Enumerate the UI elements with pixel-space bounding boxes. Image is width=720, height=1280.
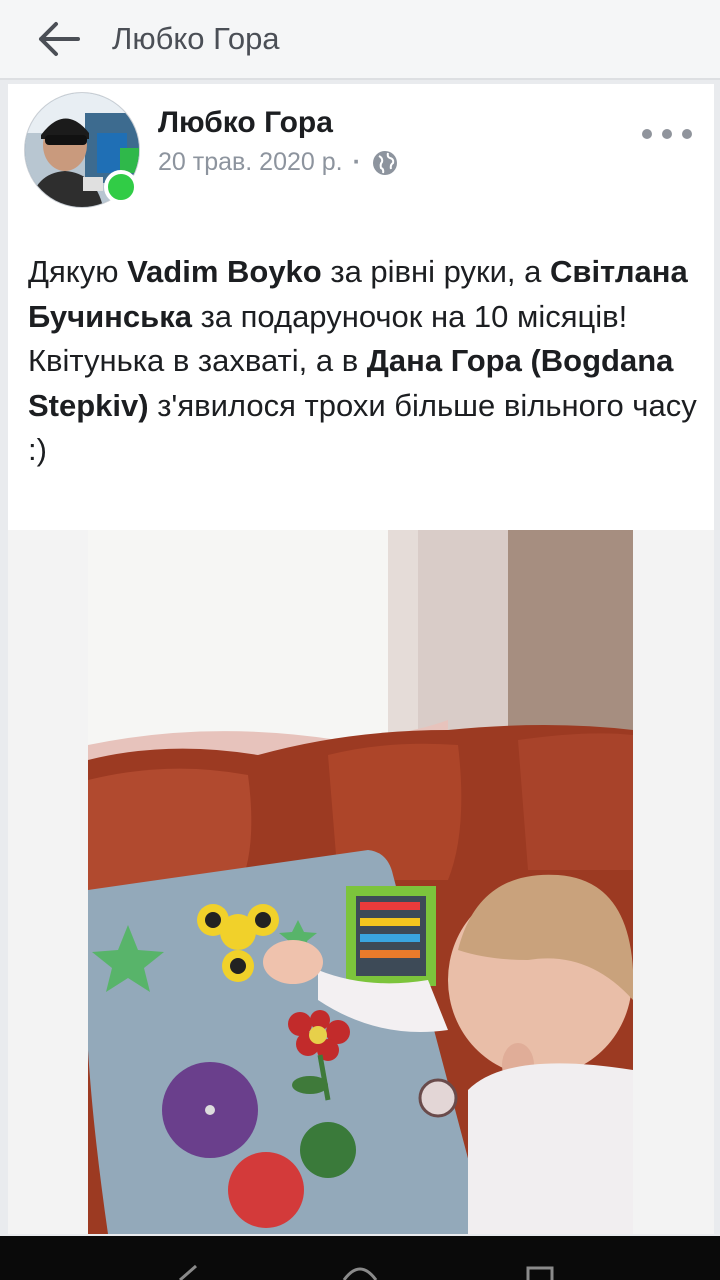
post-text-segment: за рівні руки, а — [321, 254, 550, 289]
home-circle-icon[interactable] — [340, 1264, 380, 1280]
app-bar: Любко Гора — [0, 0, 720, 80]
author-name[interactable]: Любко Гора — [158, 106, 333, 140]
arrow-left-icon — [39, 22, 80, 56]
more-dot — [662, 129, 672, 139]
post-text-segment: Дякую — [28, 254, 128, 289]
back-button[interactable] — [30, 11, 86, 67]
globe-icon — [372, 150, 397, 175]
photo-padding-right — [633, 530, 714, 1234]
post-date[interactable]: 20 трав. 2020 р. — [158, 148, 343, 177]
page-title: Любко Гора — [112, 21, 280, 56]
post-card: Любко Гора 20 трав. 2020 р. · Дякую Vadi… — [8, 84, 714, 1234]
system-navigation-bar — [0, 1236, 720, 1280]
more-horizontal-icon — [642, 129, 652, 139]
author-avatar[interactable] — [24, 92, 140, 208]
baby-busy-board-photo — [88, 530, 633, 1234]
meta-separator: · — [352, 148, 361, 176]
mention-vadim-boyko[interactable]: Vadim Boyko — [127, 254, 322, 289]
more-options-button[interactable] — [642, 122, 692, 146]
post-meta: 20 трав. 2020 р. · — [158, 148, 399, 177]
post-header: Любко Гора 20 трав. 2020 р. · — [8, 84, 714, 214]
online-status-dot — [104, 170, 138, 204]
recents-square-icon[interactable] — [520, 1264, 560, 1280]
post-photo[interactable] — [88, 530, 633, 1234]
post-text: Дякую Vadim Boyko за рівні руки, а Світл… — [28, 250, 708, 473]
photo-padding-left — [8, 530, 88, 1234]
more-dot — [682, 129, 692, 139]
back-triangle-icon[interactable] — [170, 1264, 210, 1280]
